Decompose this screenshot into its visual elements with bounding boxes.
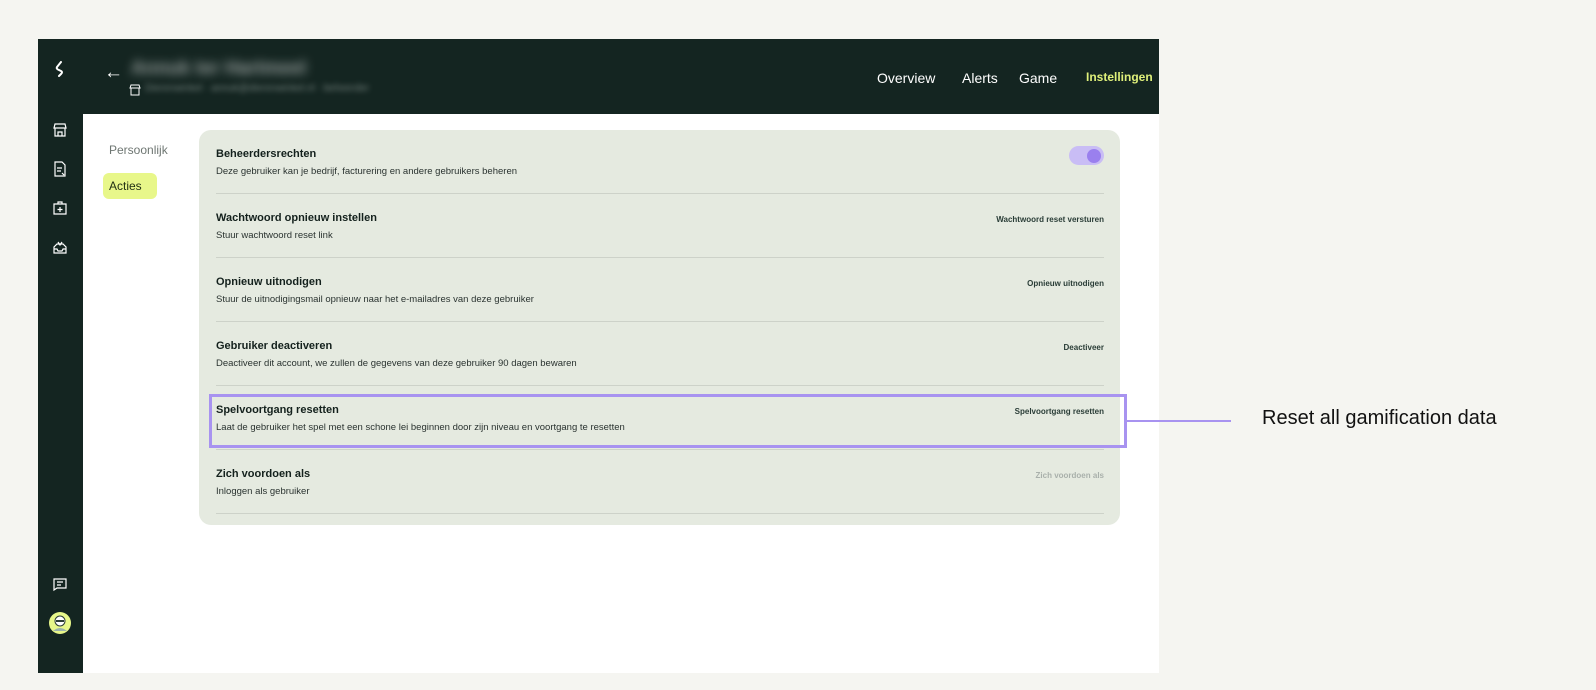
row-title: Wachtwoord opnieuw instellen xyxy=(216,212,377,224)
tab-overview[interactable]: Overview xyxy=(877,70,935,86)
setting-row-beheerdersrechten: Beheerdersrechten Deze gebruiker kan je … xyxy=(216,130,1104,194)
annotation-highlight-box xyxy=(209,394,1127,448)
tab-game[interactable]: Game xyxy=(1019,70,1057,86)
row-description: Stuur wachtwoord reset link xyxy=(216,230,333,241)
store-icon[interactable] xyxy=(50,120,70,140)
row-description: Deze gebruiker kan je bedrijf, factureri… xyxy=(216,166,518,177)
actions-panel: Beheerdersrechten Deze gebruiker kan je … xyxy=(199,130,1120,525)
tab-instellingen[interactable]: Instellingen xyxy=(1086,70,1153,84)
deactivate-button[interactable]: Deactiveer xyxy=(1064,343,1104,352)
row-description: Inloggen als gebruiker xyxy=(216,486,310,497)
annotation-callout-text: Reset all gamification data xyxy=(1262,407,1497,429)
admin-rights-toggle[interactable] xyxy=(1069,146,1104,165)
settings-subnav: Persoonlijk Acties xyxy=(103,137,174,209)
user-name-title: Annuk ter Hartmeel xyxy=(131,58,307,79)
toggle-knob xyxy=(1087,149,1101,163)
setting-row-wachtwoord: Wachtwoord opnieuw instellen Stuur wacht… xyxy=(216,194,1104,258)
subnav-item-acties[interactable]: Acties xyxy=(103,173,157,199)
chat-icon[interactable] xyxy=(50,574,70,594)
annotation-callout-line xyxy=(1127,420,1231,422)
row-title: Beheerdersrechten xyxy=(216,148,317,160)
app-window: ← Annuk ter Hartmeel Dierenwinkel · annu… xyxy=(38,39,1159,673)
inbox-icon[interactable] xyxy=(50,237,70,257)
back-arrow-icon[interactable]: ← xyxy=(104,63,124,83)
reinvite-button[interactable]: Opnieuw uitnodigen xyxy=(1027,279,1104,288)
setting-row-deactiveren: Gebruiker deactiveren Deactiveer dit acc… xyxy=(216,322,1104,386)
impersonate-button[interactable]: Zich voordoen als xyxy=(1036,471,1104,480)
row-description: Stuur de uitnodigingsmail opnieuw naar h… xyxy=(216,294,534,305)
avatar[interactable] xyxy=(48,611,72,635)
row-title: Gebruiker deactiveren xyxy=(216,340,333,352)
row-title: Zich voordoen als xyxy=(216,468,311,480)
tab-alerts[interactable]: Alerts xyxy=(962,70,998,86)
password-reset-button[interactable]: Wachtwoord reset versturen xyxy=(996,215,1104,224)
row-description: Deactiveer dit account, we zullen de geg… xyxy=(216,358,577,369)
top-bar: ← Annuk ter Hartmeel Dierenwinkel · annu… xyxy=(83,39,1159,114)
shop-icon xyxy=(129,84,141,96)
sidebar-rail xyxy=(38,39,83,673)
row-title: Opnieuw uitnodigen xyxy=(216,276,322,288)
setting-row-voordoen: Zich voordoen als Inloggen als gebruiker… xyxy=(216,450,1104,514)
user-subtitle: Dierenwinkel · annuk@dierenwinkel.nl · b… xyxy=(145,83,370,94)
subnav-item-persoonlijk[interactable]: Persoonlijk xyxy=(103,137,174,163)
setting-row-uitnodigen: Opnieuw uitnodigen Stuur de uitnodigings… xyxy=(216,258,1104,322)
medical-case-icon[interactable] xyxy=(50,198,70,218)
document-icon[interactable] xyxy=(50,159,70,179)
logo-icon[interactable] xyxy=(50,59,70,79)
